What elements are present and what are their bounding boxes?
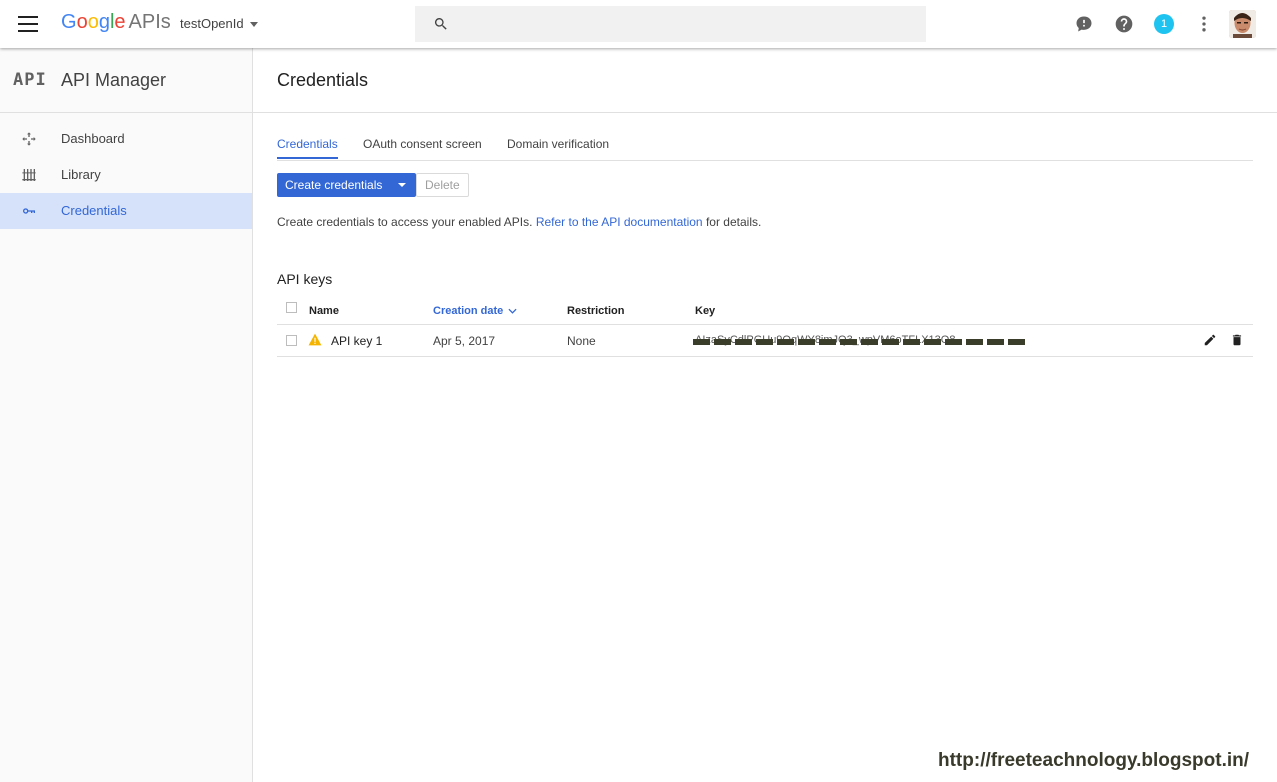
edit-icon[interactable] (1203, 333, 1217, 347)
redaction-marks (693, 339, 1025, 345)
sidebar-item-label: Library (61, 167, 101, 182)
column-header-key[interactable]: Key (695, 305, 715, 317)
sidebar-title: API Manager (61, 70, 167, 90)
tab-domain-verification[interactable]: Domain verification (507, 137, 609, 151)
sidebar-item-library[interactable]: Library (0, 157, 252, 193)
search-bar[interactable] (415, 6, 926, 42)
dashboard-icon (22, 132, 36, 146)
warning-icon (308, 333, 322, 346)
feedback-icon[interactable] (1074, 14, 1094, 34)
top-app-bar: Google APIs testOpenId 1 (0, 0, 1277, 48)
credentials-panel: Credentials OAuth consent screen Domain … (277, 113, 1253, 357)
menu-icon[interactable] (18, 16, 38, 32)
main-content: Credentials Credentials OAuth consent sc… (253, 48, 1277, 782)
blog-watermark: http://freeteachnology.blogspot.in/ (938, 750, 1250, 771)
sidebar-item-label: Dashboard (61, 131, 125, 146)
page-title: Credentials (277, 70, 369, 90)
api-documentation-link[interactable]: Refer to the API documentation (536, 215, 703, 229)
caret-down-icon (249, 22, 258, 28)
avatar[interactable] (1229, 10, 1256, 38)
page-header: Credentials (253, 48, 1277, 113)
create-credentials-button[interactable]: Create credentials (277, 173, 417, 197)
sidebar-item-label: Credentials (61, 203, 127, 218)
restriction-cell: None (567, 334, 596, 348)
tab-oauth-consent-screen[interactable]: OAuth consent screen (363, 137, 482, 151)
sidebar-header: API API Manager (0, 48, 252, 113)
column-header-creation-date[interactable]: Creation date (433, 305, 517, 317)
chevron-down-icon (508, 308, 517, 314)
project-selector[interactable]: testOpenId (180, 16, 258, 31)
tab-credentials[interactable]: Credentials (277, 137, 338, 159)
api-key-name-link[interactable]: API key 1 (331, 334, 382, 348)
project-name: testOpenId (180, 16, 244, 31)
delete-button: Delete (416, 173, 469, 197)
google-apis-logo[interactable]: Google APIs (61, 11, 171, 34)
library-icon (22, 169, 36, 181)
column-header-restriction[interactable]: Restriction (567, 305, 624, 317)
creation-date-cell: Apr 5, 2017 (433, 334, 496, 348)
description-text: Create credentials to access your enable… (277, 215, 762, 229)
table-row[interactable]: API key 1 Apr 5, 2017 None AIzaSyCdlPGUu… (277, 325, 1253, 357)
notifications-badge[interactable]: 1 (1154, 14, 1174, 34)
more-vert-icon[interactable] (1194, 14, 1214, 34)
section-title-api-keys: API keys (277, 271, 333, 287)
help-icon[interactable] (1114, 14, 1134, 34)
sidebar-nav: Dashboard Library Credentials (0, 113, 252, 229)
table-header: Name Creation date Restriction Key (277, 301, 1253, 325)
column-header-name[interactable]: Name (309, 305, 339, 317)
search-icon (434, 18, 447, 30)
api-keys-table: Name Creation date Restriction Key API k… (277, 301, 1253, 357)
select-all-checkbox[interactable] (286, 302, 297, 313)
tab-bar: Credentials OAuth consent screen Domain … (277, 113, 1253, 161)
key-icon (23, 208, 35, 214)
user-photo-icon (1229, 10, 1256, 38)
action-bar: Create credentials Delete (277, 161, 1253, 211)
dropdown-arrow-icon (398, 183, 407, 187)
sidebar-item-credentials[interactable]: Credentials (0, 193, 252, 229)
sidebar-item-dashboard[interactable]: Dashboard (0, 121, 252, 157)
row-checkbox[interactable] (286, 335, 297, 346)
api-logo-icon: API (13, 70, 47, 90)
sidebar: API API Manager Dashboard Library Creden… (0, 48, 253, 782)
delete-icon[interactable] (1230, 333, 1244, 347)
